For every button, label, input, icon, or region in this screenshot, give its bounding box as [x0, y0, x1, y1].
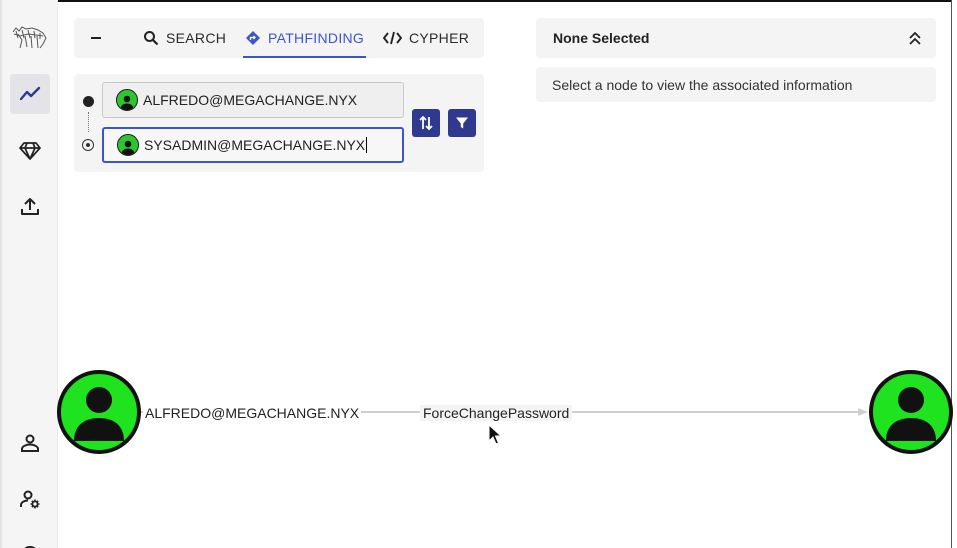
gem-icon	[19, 142, 41, 160]
source-node-label: ALFREDO@MEGACHANGE.NYX	[143, 405, 362, 421]
nav-explore-button[interactable]	[10, 74, 50, 114]
edge-filter-button[interactable]	[448, 109, 476, 137]
entity-info-title: None Selected	[553, 30, 650, 46]
nav-upload-button[interactable]	[10, 186, 50, 226]
edge-label[interactable]: ForceChangePassword	[420, 405, 573, 421]
search-tabs-card: SEARCH PATHFINDING CYPHER	[74, 18, 484, 58]
filter-icon	[456, 117, 468, 129]
minus-icon	[91, 37, 101, 39]
search-icon	[144, 31, 159, 46]
graph-node-source[interactable]	[57, 370, 141, 454]
user-node-icon	[117, 134, 139, 156]
nav-profile-button[interactable]	[10, 423, 50, 463]
nav-admin-button[interactable]	[10, 479, 50, 519]
tab-pathfinding[interactable]: PATHFINDING	[243, 18, 367, 58]
person-icon	[21, 434, 39, 452]
upload-icon	[21, 198, 39, 215]
nav-help-button[interactable]	[10, 535, 50, 548]
swap-vertical-icon	[419, 115, 433, 131]
target-node-dot-icon	[82, 139, 94, 151]
start-node-value: ALFREDO@MEGACHANGE.NYX	[143, 92, 358, 108]
circle-icon	[24, 546, 36, 548]
top-border	[58, 0, 952, 2]
target-node-value: SYSADMIN@MEGACHANGE.NYX	[144, 137, 366, 153]
start-node-input[interactable]: ALFREDO@MEGACHANGE.NYX	[102, 82, 404, 118]
entity-info-header[interactable]: None Selected	[536, 18, 936, 58]
user-node-icon	[116, 89, 138, 111]
start-node-dot-icon	[83, 96, 94, 107]
diamond-arrow-icon	[246, 31, 260, 45]
text-caret	[366, 137, 368, 153]
bloodhound-logo-icon[interactable]	[10, 18, 50, 58]
mouse-cursor-icon	[488, 424, 502, 445]
code-icon	[383, 31, 402, 45]
tab-cypher-label: CYPHER	[409, 30, 470, 46]
path-connector	[88, 112, 89, 132]
collapse-button[interactable]	[84, 26, 108, 50]
tab-cypher[interactable]: CYPHER	[383, 18, 469, 58]
left-nav-sidebar	[0, 0, 58, 548]
tab-search[interactable]: SEARCH	[143, 18, 226, 58]
edge-arrowhead	[858, 408, 868, 416]
sidebar-edge	[0, 0, 3, 548]
right-border	[951, 0, 952, 548]
swap-nodes-button[interactable]	[412, 109, 440, 137]
entity-info-message-box: Select a node to view the associated inf…	[536, 67, 936, 102]
graph-node-target[interactable]	[869, 370, 953, 454]
person-gear-icon	[20, 490, 40, 509]
entity-info-message: Select a node to view the associated inf…	[552, 76, 853, 93]
target-node-input[interactable]: SYSADMIN@MEGACHANGE.NYX	[102, 127, 404, 163]
nav-gems-button[interactable]	[10, 130, 50, 170]
graph-line-icon	[19, 86, 41, 101]
tab-search-label: SEARCH	[166, 30, 227, 46]
tab-pathfinding-label: PATHFINDING	[268, 30, 365, 46]
pathfinding-panel: ALFREDO@MEGACHANGE.NYX SYSADMIN@MEGACHAN…	[74, 74, 484, 172]
chevron-double-up-icon[interactable]	[908, 30, 922, 46]
